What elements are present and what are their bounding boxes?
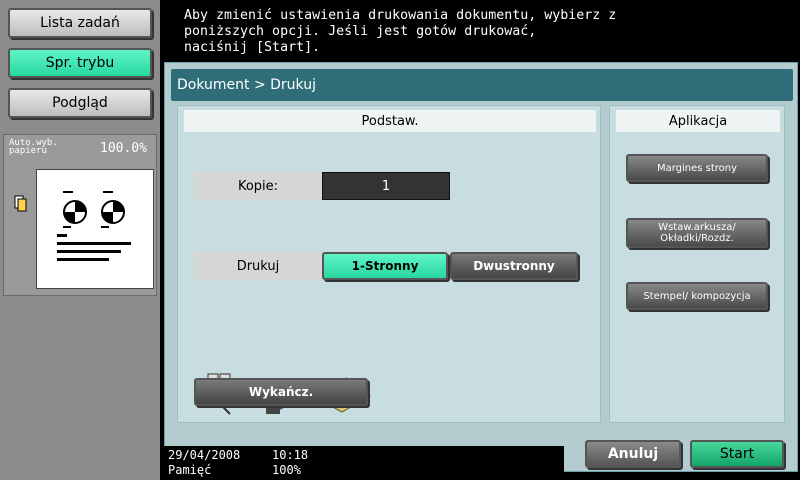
zoom-percent: 100.0% [100, 141, 147, 156]
breadcrumb: Dokument > Drukuj [177, 77, 316, 93]
copies-value[interactable]: 1 [322, 172, 450, 200]
memory-value: 100% [272, 463, 301, 477]
date-text: 29/04/2008 [168, 448, 241, 462]
application-tab-title: Aplikacja [616, 110, 780, 132]
status-bar: 29/04/2008 10:18 Pamięć 100% [164, 446, 564, 480]
basic-section: Podstaw. Kopie: 1 Drukuj 1-Stronny Dwust… [177, 105, 601, 423]
copies-icon [14, 195, 27, 212]
insert-sheet-button[interactable]: Wstaw.arkusza/ Okładki/Rozdz. [626, 218, 768, 248]
preview-panel: Auto.wyb. papieru 100.0% [3, 134, 157, 296]
page-preview [36, 169, 154, 289]
job-list-button[interactable]: Lista zadań [8, 8, 152, 38]
simplex-button[interactable]: 1-Stronny [322, 252, 448, 280]
time-text: 10:18 [272, 448, 309, 462]
copies-label: Kopie: [194, 172, 322, 200]
mode-check-button[interactable]: Spr. trybu [8, 48, 152, 78]
left-panel: Lista zadań Spr. trybu Podgląd Auto.wyb.… [0, 0, 160, 480]
preview-button[interactable]: Podgląd [8, 88, 152, 118]
basic-tab-title: Podstaw. [184, 110, 596, 132]
page-margin-button[interactable]: Margines strony [626, 154, 768, 182]
document-thumbnail-icon [57, 191, 131, 261]
instruction-message: Aby zmienić ustawienia drukowania dokume… [184, 8, 617, 55]
finishing-button[interactable]: Wykańcz. [194, 378, 368, 406]
start-button[interactable]: Start [690, 440, 784, 468]
cancel-button[interactable]: Anuluj [585, 440, 681, 468]
print-label: Drukuj [194, 252, 322, 280]
stamp-composition-button[interactable]: Stempel/ kompozycja [626, 282, 768, 310]
main-panel: Dokument > Drukuj Podstaw. Kopie: 1 Druk… [164, 62, 798, 472]
application-section: Aplikacja Margines strony Wstaw.arkusza/… [609, 105, 785, 423]
duplex-button[interactable]: Dwustronny [450, 252, 578, 280]
paper-mode-label: Auto.wyb. papieru [9, 138, 58, 156]
breadcrumb-bar: Dokument > Drukuj [171, 69, 793, 101]
memory-label: Pamięć [168, 463, 212, 477]
